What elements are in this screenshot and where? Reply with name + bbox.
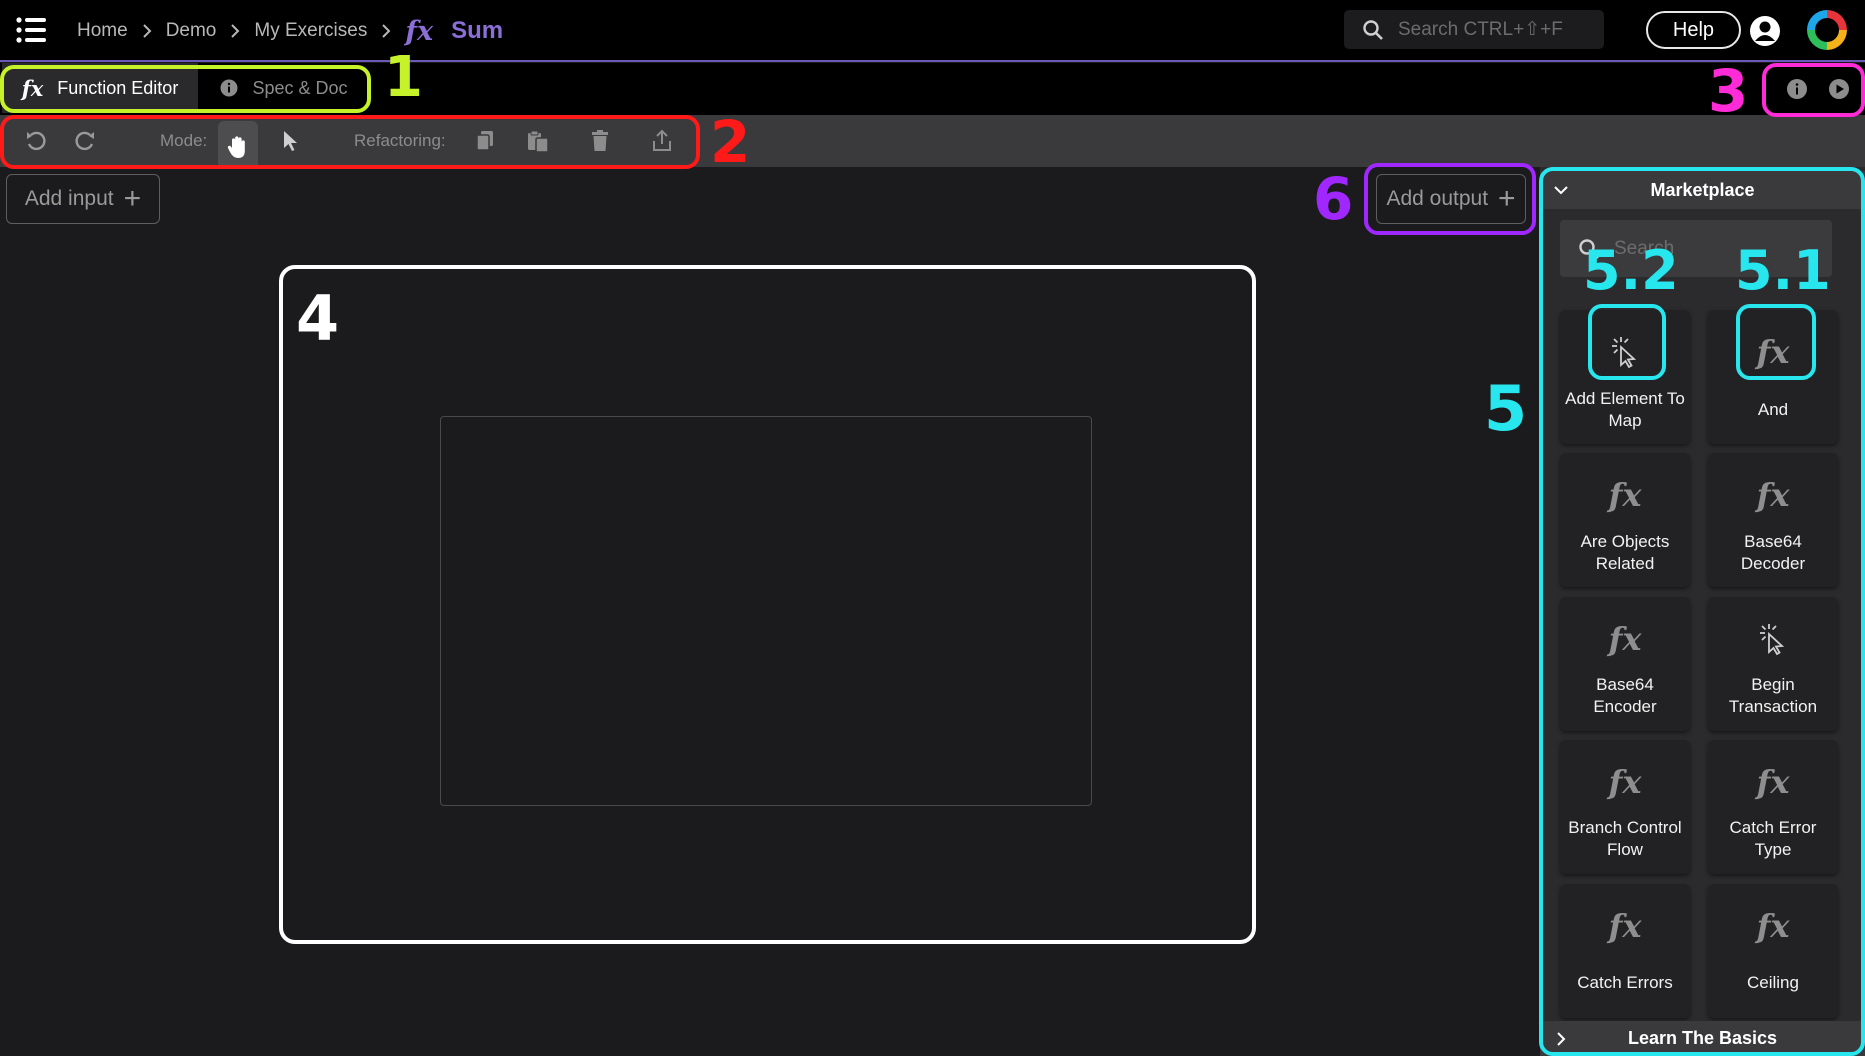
redo-icon[interactable] [73, 115, 97, 167]
refactoring-label: Refactoring: [354, 131, 446, 150]
breadcrumb: Home Demo My Exercises fx Sum [77, 15, 504, 47]
item-label: Add Element To Map [1565, 389, 1685, 430]
learn-the-basics-header[interactable]: Learn The Basics [1540, 1021, 1865, 1056]
editor-tab-row: fx Function Editor Spec & Doc [0, 63, 1865, 115]
function-canvas[interactable]: Add input + Add output + [0, 167, 1536, 1056]
add-output-button[interactable]: Add output + [1376, 174, 1526, 224]
item-label: And [1757, 400, 1789, 419]
search-icon [1578, 238, 1600, 260]
item-label: Catch Error Type [1729, 818, 1817, 859]
chevron-right-icon [230, 24, 240, 38]
function-icon: fx [1608, 763, 1642, 801]
search-icon [1362, 19, 1384, 41]
marketplace-search-input[interactable]: Search [1560, 220, 1832, 277]
marketplace-item-ceiling[interactable]: fx Ceiling [1708, 884, 1838, 1018]
export-icon[interactable] [651, 115, 673, 167]
marketplace-item-catch-errors[interactable]: fx Catch Errors [1560, 884, 1690, 1018]
paste-icon[interactable] [526, 115, 550, 167]
marketplace-item-branch-control-flow[interactable]: fx Branch Control Flow [1560, 740, 1690, 874]
info-icon [220, 79, 238, 97]
undo-icon[interactable] [24, 115, 48, 167]
info-icon[interactable] [1786, 78, 1808, 100]
play-icon[interactable] [1828, 78, 1850, 100]
copy-icon[interactable] [474, 115, 496, 167]
help-button[interactable]: Help [1646, 11, 1741, 49]
function-icon: fx [1608, 620, 1642, 658]
select-mode-icon[interactable] [281, 115, 301, 167]
marketplace-header[interactable]: Marketplace [1540, 171, 1865, 209]
add-input-label: Add input [24, 187, 114, 210]
delete-icon[interactable] [590, 115, 610, 167]
marketplace-title: Marketplace [1650, 179, 1755, 200]
function-body-area[interactable] [440, 416, 1092, 806]
account-icon[interactable] [1748, 14, 1782, 48]
marketplace-item-catch-error-type[interactable]: fx Catch Error Type [1708, 740, 1838, 874]
cursor-click-icon [1596, 328, 1654, 376]
marketplace-item-add-element-to-map[interactable]: Add Element To Map [1560, 310, 1690, 444]
item-label: Base64 Decoder [1740, 532, 1806, 573]
marketplace-panel: Marketplace Search Add Element To Map fx… [1540, 167, 1865, 1056]
item-label: Are Objects Related [1580, 532, 1670, 573]
editor-toolbar: Mode: Refactoring: [0, 115, 1865, 173]
item-label: Begin Transaction [1728, 675, 1818, 716]
function-icon: fx [21, 75, 44, 101]
marketplace-item-are-objects-related[interactable]: fx Are Objects Related [1560, 453, 1690, 587]
learn-label: Learn The Basics [1627, 1028, 1778, 1048]
item-label: Catch Errors [1577, 973, 1673, 992]
top-bar: Home Demo My Exercises fx Sum Search CTR… [0, 0, 1865, 62]
chevron-right-icon[interactable] [1554, 1030, 1568, 1048]
cursor-click-icon [1744, 615, 1802, 663]
menu-icon[interactable] [14, 12, 50, 48]
marketplace-item-begin-transaction[interactable]: Begin Transaction [1708, 597, 1838, 731]
add-input-button[interactable]: Add input + [6, 174, 160, 224]
item-label: Base64 Encoder [1593, 675, 1657, 716]
plus-icon: + [123, 182, 142, 215]
function-icon: fx [1756, 333, 1790, 371]
function-icon: fx [1756, 907, 1790, 945]
marketplace-search-placeholder: Search [1614, 237, 1675, 259]
marketplace-item-and[interactable]: fx And [1708, 310, 1838, 444]
marketplace-item-base64-decoder[interactable]: fx Base64 Decoder [1708, 453, 1838, 587]
breadcrumb-home[interactable]: Home [77, 20, 128, 42]
function-icon: fx [405, 15, 434, 47]
chevron-right-icon [142, 24, 152, 38]
chevron-down-icon[interactable] [1552, 181, 1570, 199]
breadcrumb-current: Sum [451, 17, 504, 44]
breadcrumb-demo[interactable]: Demo [166, 20, 217, 42]
function-icon: fx [1608, 907, 1642, 945]
function-icon: fx [1608, 476, 1642, 514]
tab-label: Spec & Doc [252, 77, 348, 98]
search-placeholder: Search CTRL+⇧+F [1398, 19, 1563, 40]
function-icon: fx [1756, 763, 1790, 801]
item-label: Ceiling [1747, 973, 1799, 992]
function-icon: fx [1756, 476, 1790, 514]
mode-label: Mode: [160, 131, 208, 150]
chevron-right-icon [381, 24, 391, 38]
marketplace-item-base64-encoder[interactable]: fx Base64 Encoder [1560, 597, 1690, 731]
add-output-label: Add output [1386, 187, 1489, 210]
breadcrumb-my-exercises[interactable]: My Exercises [254, 20, 367, 42]
tab-spec-doc[interactable]: Spec & Doc [200, 63, 368, 113]
tab-function-editor[interactable]: fx Function Editor [2, 63, 198, 113]
item-label: Branch Control Flow [1568, 818, 1682, 859]
plus-icon: + [1498, 182, 1516, 215]
global-search-input[interactable]: Search CTRL+⇧+F [1344, 10, 1604, 49]
tab-label: Function Editor [57, 77, 179, 98]
hand-mode-icon[interactable] [218, 121, 258, 173]
app-logo-icon[interactable] [1803, 6, 1851, 54]
